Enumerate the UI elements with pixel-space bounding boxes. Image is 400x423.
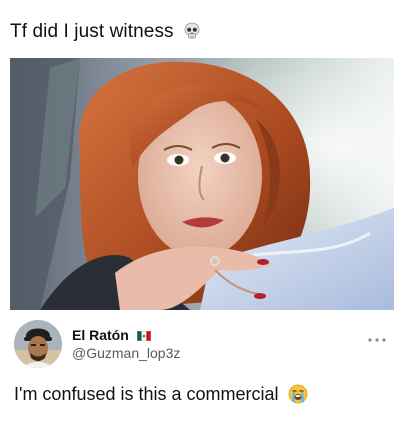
post-image[interactable] <box>10 58 394 310</box>
commercial-still-illustration <box>10 58 394 310</box>
post-caption: Tf did I just witness <box>10 20 201 47</box>
more-horizontal-icon[interactable] <box>366 331 388 342</box>
avatar[interactable] <box>14 320 62 368</box>
reply-body: I'm confused is this a commercial <box>14 384 279 404</box>
reply-text: I'm confused is this a commercial <box>14 382 308 410</box>
loudly-crying-face-icon <box>288 384 308 410</box>
user-avatar-illustration <box>14 320 62 368</box>
display-name-row[interactable]: El Ratón <box>72 326 151 344</box>
reply-tweet[interactable]: El Ratón @Guzman_lop3z I'm confused is t… <box>0 318 400 423</box>
user-handle[interactable]: @Guzman_lop3z <box>72 344 180 362</box>
mexico-flag-icon <box>136 327 151 342</box>
skull-icon <box>183 22 201 47</box>
caption-text: Tf did I just witness <box>10 21 174 42</box>
display-name[interactable]: El Ratón <box>72 327 129 343</box>
